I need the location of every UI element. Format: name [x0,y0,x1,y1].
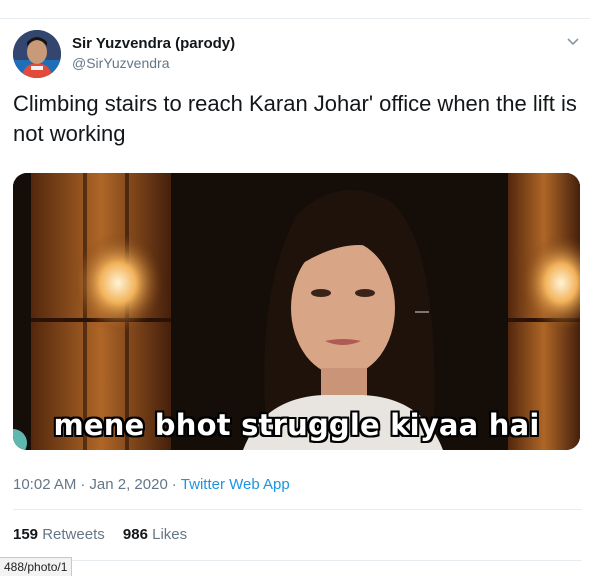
meta-separator: · [171,476,177,493]
tweet-text: Climbing stairs to reach Karan Johar' of… [13,91,577,146]
divider [13,509,582,510]
tweet-stats: 159 Retweets 986 Likes [13,526,201,543]
author-avatar[interactable] [13,30,61,78]
tweet-media[interactable]: mene bhot struggle kiyaa hai [13,173,580,450]
tweet-time[interactable]: 10:02 AM [13,476,76,493]
chevron-down-icon [567,38,579,46]
likes-count: 986 [122,526,148,543]
media-caption: mene bhot struggle kiyaa hai [53,408,540,442]
likes-stat[interactable]: 986 Likes [123,526,187,543]
tweet-meta: 10:02 AM · Jan 2, 2020 · Twitter Web App [13,476,290,493]
author-name[interactable]: Sir Yuzvendra (parody) [72,35,235,52]
source-app-link[interactable]: Twitter Web App [181,476,290,493]
likes-label: Likes [152,526,188,543]
top-divider [0,18,590,19]
avatar-image [13,30,61,78]
meta-separator: · [80,476,86,493]
retweets-stat[interactable]: 159 Retweets [13,526,105,543]
divider [13,560,582,561]
browser-status-url: 488/photo/1 [0,557,73,576]
tweet-date[interactable]: Jan 2, 2020 [89,476,167,493]
more-options-button[interactable] [563,34,583,50]
retweets-count: 159 [13,526,39,543]
author-handle[interactable]: @SirYuzvendra [72,55,169,71]
retweets-label: Retweets [42,526,105,543]
